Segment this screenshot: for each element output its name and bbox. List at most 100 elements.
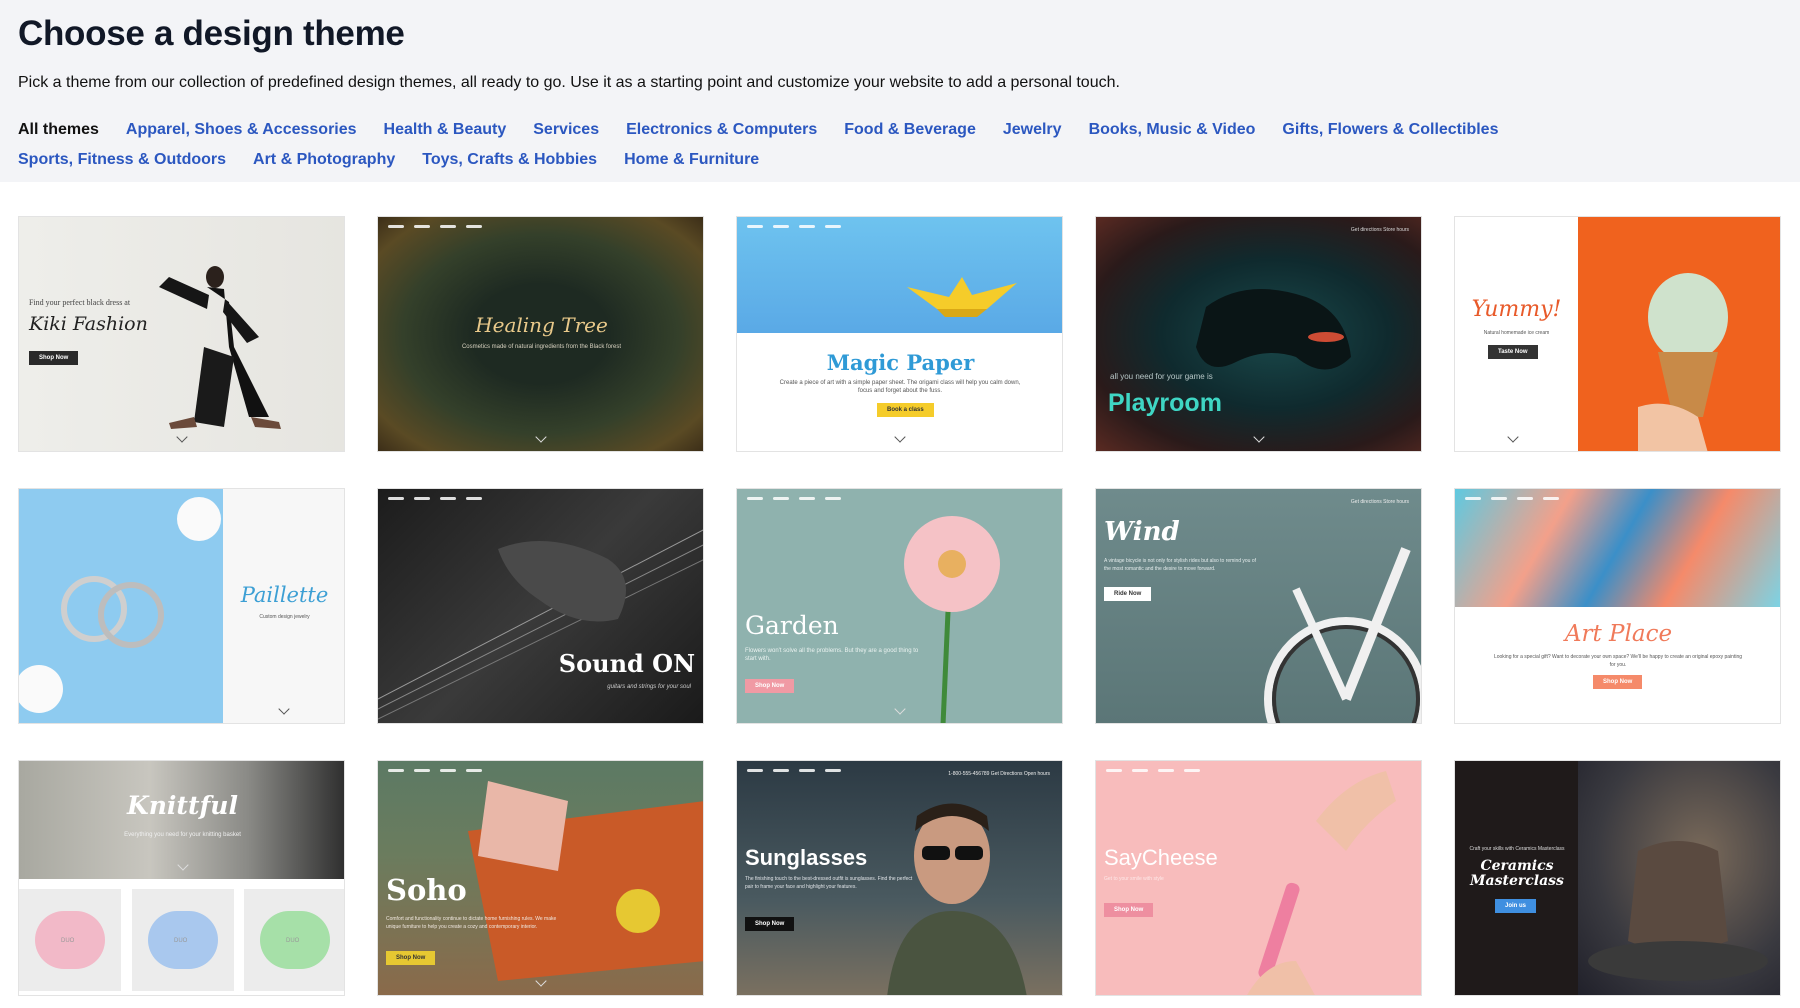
filter-home-furniture[interactable]: Home & Furniture (624, 149, 759, 171)
soho-name: Soho (386, 873, 467, 907)
theme-card-kiki-fashion[interactable]: Find your perfect black dress at Kiki Fa… (18, 216, 345, 452)
healing-nav (388, 225, 482, 228)
healing-tagline: Cosmetics made of natural ingredients fr… (378, 343, 704, 351)
ceramics-name: Ceramics Masterclass (1463, 859, 1571, 889)
page-header: Choose a design theme Pick a theme from … (0, 0, 1800, 182)
soho-shop-button[interactable]: Shop Now (386, 951, 435, 965)
playroom-tagline: all you need for your game is (1110, 373, 1213, 381)
knittful-hero-image: Knittful Everything you need for your kn… (19, 761, 345, 879)
paillette-chevron-down-icon (278, 703, 289, 714)
yummy-taste-button[interactable]: Taste Now (1488, 345, 1538, 359)
theme-card-sunglasses[interactable]: 1-800-555-456789 Get Directions Open hou… (736, 760, 1063, 996)
paillette-hero-image (19, 489, 223, 724)
sound-tagline: guitars and strings for your soul (607, 683, 691, 691)
yarn-blue: DUO (132, 889, 234, 991)
filter-health-beauty[interactable]: Health & Beauty (384, 119, 507, 141)
theme-card-saycheese[interactable]: SayCheese Get to your smile with style S… (1095, 760, 1422, 996)
sunglasses-shop-button[interactable]: Shop Now (745, 917, 794, 931)
paper-boat-icon (737, 217, 1063, 333)
kiki-tagline: Find your perfect black dress at (29, 299, 130, 307)
ceramics-join-button[interactable]: Join us (1495, 899, 1536, 913)
theme-card-healing-tree[interactable]: Healing Tree Cosmetics made of natural i… (377, 216, 704, 452)
playroom-links[interactable]: Get directions Store hours (1351, 226, 1409, 234)
earrings-icon (19, 489, 223, 724)
sunglasses-name: Sunglasses (745, 845, 867, 871)
knittful-tagline: Everything you need for your knitting ba… (19, 831, 345, 839)
ceramics-tagline: Craft your skills with Ceramics Mastercl… (1463, 845, 1571, 853)
theme-card-wind[interactable]: Get directions Store hours Wind A vintag… (1095, 488, 1422, 724)
filter-food-beverage[interactable]: Food & Beverage (844, 119, 976, 141)
yummy-tagline: Natural homemade ice cream (1455, 329, 1578, 337)
filter-all-themes[interactable]: All themes (18, 119, 99, 141)
healing-chevron-down-icon (535, 431, 546, 442)
sound-name: Sound ON (559, 649, 695, 678)
filter-services[interactable]: Services (533, 119, 599, 141)
yummy-name: Yummy! (1455, 297, 1578, 322)
theme-card-soho[interactable]: Soho Comfort and functionality continue … (377, 760, 704, 996)
filter-gifts[interactable]: Gifts, Flowers & Collectibles (1282, 119, 1498, 141)
filter-books-music[interactable]: Books, Music & Video (1089, 119, 1256, 141)
sunglasses-nav (747, 769, 841, 772)
filter-jewelry[interactable]: Jewelry (1003, 119, 1062, 141)
yarn-green: DUO (244, 889, 345, 991)
magic-name: Magic Paper (737, 350, 1063, 375)
art-shop-button[interactable]: Shop Now (1593, 675, 1642, 689)
knittful-name: Knittful (19, 791, 345, 820)
art-tagline: Looking for a special gift? Want to deco… (1493, 653, 1743, 669)
theme-card-yummy[interactable]: Yummy! Natural homemade ice cream Taste … (1454, 216, 1781, 452)
theme-card-knittful[interactable]: Knittful Everything you need for your kn… (18, 760, 345, 996)
yummy-chevron-down-icon (1507, 431, 1518, 442)
garden-nav (747, 497, 841, 500)
magic-hero-image (737, 217, 1063, 333)
filter-electronics[interactable]: Electronics & Computers (626, 119, 817, 141)
paillette-tagline: Custom design jewelry (223, 613, 345, 621)
ice-cream-icon (1578, 217, 1781, 452)
theme-card-sound-on[interactable]: Sound ON guitars and strings for your so… (377, 488, 704, 724)
theme-card-art-place[interactable]: Art Place Looking for a special gift? Wa… (1454, 488, 1781, 724)
soho-tagline: Comfort and functionality continue to di… (386, 915, 566, 931)
page-subtitle: Pick a theme from our collection of pred… (18, 74, 1120, 92)
saycheese-name: SayCheese (1104, 845, 1218, 871)
theme-card-garden[interactable]: Garden Flowers won't solve all the probl… (736, 488, 1063, 724)
theme-card-magic-paper[interactable]: Magic Paper Create a piece of art with a… (736, 216, 1063, 452)
soho-nav (388, 769, 482, 772)
knittful-chevron-down-icon (177, 859, 188, 870)
sound-nav (388, 497, 482, 500)
art-name: Art Place (1455, 621, 1781, 647)
saycheese-tagline: Get to your smile with style (1104, 875, 1164, 883)
filter-apparel[interactable]: Apparel, Shoes & Accessories (126, 119, 357, 141)
art-hero-image (1455, 489, 1781, 607)
garden-shop-button[interactable]: Shop Now (745, 679, 794, 693)
paillette-name: Paillette (223, 583, 345, 607)
filter-sports[interactable]: Sports, Fitness & Outdoors (18, 149, 226, 171)
ceramics-hero-image (1578, 761, 1781, 996)
wind-links[interactable]: Get directions Store hours (1351, 498, 1409, 506)
theme-card-playroom[interactable]: Get directions Store hours all you need … (1095, 216, 1422, 452)
kiki-name: Kiki Fashion (29, 313, 148, 335)
healing-name: Healing Tree (378, 313, 704, 337)
garden-tagline: Flowers won't solve all the problems. Bu… (745, 647, 925, 663)
saycheese-nav (1106, 769, 1200, 772)
sunglasses-tagline: The finishing touch to the best-dressed … (745, 875, 915, 891)
category-filters: All themes Apparel, Shoes & Accessories … (18, 119, 1718, 171)
theme-grid: Find your perfect black dress at Kiki Fa… (18, 216, 1781, 996)
garden-name: Garden (745, 611, 839, 640)
playroom-name: Playroom (1108, 389, 1222, 418)
theme-card-ceramics[interactable]: Craft your skills with Ceramics Mastercl… (1454, 760, 1781, 996)
saycheese-shop-button[interactable]: Shop Now (1104, 903, 1153, 917)
wind-tagline: A vintage bicycle is not only for stylis… (1104, 557, 1264, 573)
filter-toys-crafts[interactable]: Toys, Crafts & Hobbies (422, 149, 597, 171)
page-title: Choose a design theme (18, 14, 405, 54)
magic-book-button[interactable]: Book a class (877, 403, 934, 417)
magic-tagline: Create a piece of art with a simple pape… (775, 379, 1025, 395)
wind-name: Wind (1104, 517, 1180, 547)
wind-ride-button[interactable]: Ride Now (1104, 587, 1151, 601)
magic-chevron-down-icon (894, 431, 905, 442)
yarn-pink: DUO (19, 889, 121, 991)
pottery-icon (1578, 761, 1781, 996)
theme-card-paillette[interactable]: Paillette Custom design jewelry (18, 488, 345, 724)
yummy-hero-image (1578, 217, 1781, 452)
filter-art-photography[interactable]: Art & Photography (253, 149, 395, 171)
kiki-shop-button[interactable]: Shop Now (29, 351, 78, 365)
sunglasses-links[interactable]: 1-800-555-456789 Get Directions Open hou… (948, 770, 1050, 778)
